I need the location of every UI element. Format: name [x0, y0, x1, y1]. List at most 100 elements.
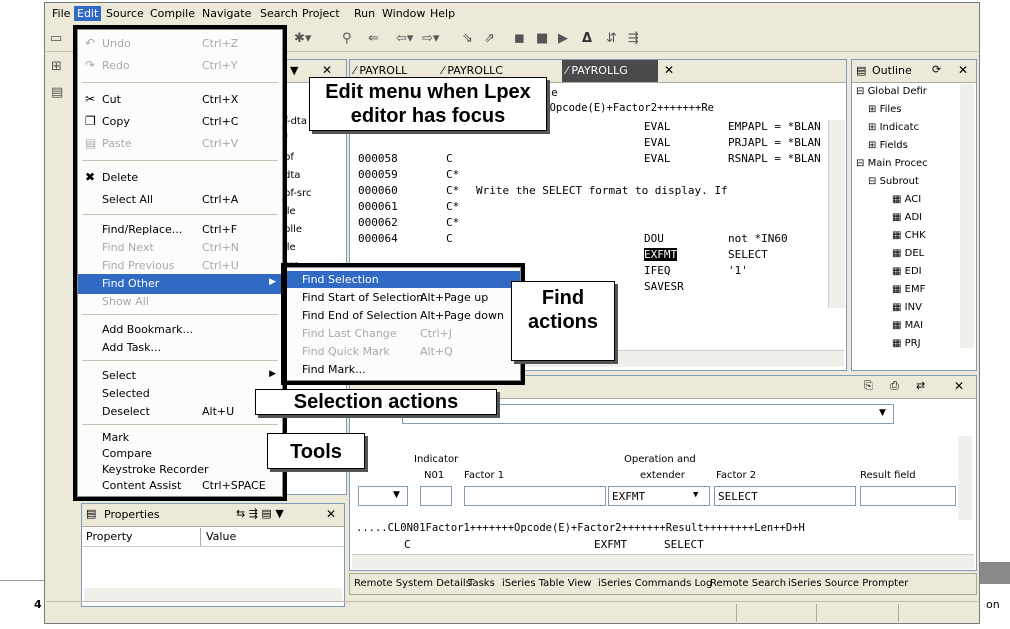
outline-item[interactable]: ⊟ Subrout: [868, 176, 919, 187]
prompter-vscrollbar[interactable]: [958, 436, 972, 520]
result-field-input[interactable]: [860, 486, 956, 506]
outline-item[interactable]: ▦ INV: [892, 302, 922, 313]
sync-icon[interactable]: ⟳: [932, 63, 941, 76]
menu-navigate[interactable]: Navigate: [202, 7, 251, 20]
prompter-action-icon[interactable]: ⎙: [890, 379, 899, 393]
extender-label: extender: [640, 470, 685, 481]
menu-source[interactable]: Source: [106, 7, 144, 20]
menu-search[interactable]: Search: [260, 7, 298, 20]
outline-item[interactable]: ▦ EDI: [892, 266, 922, 277]
n01-label: N01: [424, 470, 445, 481]
terminate-icon[interactable]: ■: [536, 31, 548, 46]
outline-item[interactable]: ⊟ Global Defir: [856, 86, 927, 97]
menu-run[interactable]: Run: [354, 7, 375, 20]
menu-file[interactable]: File: [52, 7, 70, 20]
properties-panel: ▤ Properties ⇆ ⇶ ▤ ▼ ✕ Property Value: [81, 503, 345, 607]
tab-iseries-commands-log[interactable]: iSeries Commands Log: [598, 578, 712, 589]
prev-annotation-icon[interactable]: ⇘: [462, 31, 473, 46]
factor2-input[interactable]: SELECT: [714, 486, 856, 506]
play-icon[interactable]: ▶: [558, 31, 568, 46]
properties-icon: ▤: [86, 507, 97, 520]
menu-window[interactable]: Window: [382, 7, 425, 20]
result-field-label: Result field: [860, 470, 916, 481]
tree-item[interactable]: f-dta: [284, 116, 307, 127]
properties-tab[interactable]: Properties: [104, 508, 160, 521]
forward-icon[interactable]: ⇨▾: [422, 31, 439, 46]
page-right-text: on: [986, 598, 1000, 611]
control-level-select[interactable]: ▼: [358, 486, 408, 506]
close-icon[interactable]: ✕: [954, 379, 964, 393]
factor2-label: Factor 2: [716, 470, 757, 481]
outline-item[interactable]: ▦ ADI: [892, 212, 922, 223]
properties-hscrollbar[interactable]: [84, 588, 342, 602]
delta-icon[interactable]: Δ: [582, 31, 592, 46]
outline-item[interactable]: ▦ EMF: [892, 284, 925, 295]
code-line: 000062 C*: [358, 216, 460, 229]
tab-tasks[interactable]: Tasks: [468, 578, 495, 589]
menu-edit[interactable]: Edit: [74, 6, 102, 21]
next-annotation-icon[interactable]: ⇗: [484, 31, 495, 46]
properties-toolbar-icon[interactable]: ⇆ ⇶ ▤ ▼: [236, 507, 284, 520]
outline-item[interactable]: ▦ DEL: [892, 248, 924, 259]
merge-icon[interactable]: ⇶: [628, 31, 639, 46]
new-icon[interactable]: ▭: [50, 31, 62, 46]
code-line: 000060 C* Write the SELECT format to displ…: [358, 184, 728, 197]
perspective-icon[interactable]: ⊞: [51, 59, 62, 74]
editor-vscrollbar[interactable]: [828, 120, 845, 308]
menu-compile[interactable]: Compile: [150, 7, 195, 20]
prompter-action-icon[interactable]: ⎘: [864, 379, 873, 393]
code-line: 000061 C*: [358, 200, 460, 213]
view-menu-icon[interactable]: ▼: [290, 64, 298, 77]
outline-vscrollbar[interactable]: [960, 84, 974, 348]
prompter-action-icon[interactable]: ⇄: [916, 379, 925, 392]
menu-project[interactable]: Project: [302, 7, 340, 20]
status-bar: [46, 601, 978, 624]
close-icon[interactable]: ✕: [322, 63, 332, 77]
outline-item[interactable]: ▦ PRJ: [892, 338, 921, 349]
editor-header-b: +++++Opcode(E)+Factor2+++++++Re: [518, 102, 714, 114]
tab-payrollg[interactable]: ⁄ PAYROLLG: [562, 60, 658, 82]
tab-payrollc[interactable]: ⁄ PAYROLLC: [442, 64, 503, 77]
indicator-label: Indicator: [414, 454, 459, 465]
tab-iseries-source-prompter[interactable]: iSeries Source Prompter: [788, 578, 908, 589]
edit-menu-highlight-box: [73, 25, 287, 501]
outline-item[interactable]: ⊞ Indicatc: [868, 122, 919, 133]
navigate-back-icon[interactable]: ⇐: [368, 31, 379, 46]
pin-icon[interactable]: ⚲: [342, 31, 352, 46]
ide-window: File Edit Source Compile Navigate Search…: [44, 2, 980, 624]
back-icon[interactable]: ⇦▾: [396, 31, 413, 46]
outline-panel: ▤ Outline ⟳ ✕ ⊟ Global Defir ⊞ Files ⊞ I…: [851, 59, 977, 371]
prompter-hscrollbar[interactable]: [352, 554, 974, 569]
code-line: EXFMT SELECT: [644, 248, 768, 261]
outline-tab[interactable]: Outline: [872, 64, 912, 77]
close-icon[interactable]: ✕: [326, 507, 336, 521]
code-line: EVAL PRJAPL = *BLAN: [644, 136, 821, 149]
debug-dropdown-icon[interactable]: ✱▾: [294, 31, 311, 46]
outline-item[interactable]: ▦ ACI: [892, 194, 921, 205]
stop-icon[interactable]: ◼: [514, 31, 525, 46]
tree-item[interactable]: pf-src: [284, 188, 312, 199]
tab-payroll[interactable]: ⁄ PAYROLL: [354, 64, 407, 77]
indicator-input[interactable]: [420, 486, 452, 506]
close-tab-icon[interactable]: ✕: [664, 63, 674, 77]
remote-systems-icon[interactable]: ▤: [51, 85, 63, 100]
compare-icon[interactable]: ⇵: [606, 31, 617, 46]
prompter-ruler: .....CL0N01Factor1+++++++Opcode(E)+Facto…: [356, 522, 805, 534]
tab-iseries-table-view[interactable]: iSeries Table View: [502, 578, 591, 589]
code-line: 000058 C EVAL RSNAPL = *BLAN: [358, 152, 821, 165]
value-column: Value: [206, 530, 237, 543]
callout-edit-menu: Edit menu when Lpex editor has focus: [309, 77, 547, 131]
code-line: 000064 C DOU not *IN60: [358, 232, 788, 245]
tab-remote-system-details[interactable]: Remote System Details: [354, 578, 471, 589]
outline-item[interactable]: ⊟ Main Procec: [856, 158, 928, 169]
outline-item[interactable]: ▦ CHK: [892, 230, 926, 241]
close-icon[interactable]: ✕: [958, 63, 968, 77]
outline-item[interactable]: ⊞ Fields: [868, 140, 908, 151]
outline-icon: ▤: [856, 64, 867, 77]
outline-item[interactable]: ⊞ Files: [868, 104, 902, 115]
operation-select[interactable]: EXFMT ▼: [608, 486, 710, 506]
outline-item[interactable]: ▦ MAI: [892, 320, 923, 331]
menu-help[interactable]: Help: [430, 7, 455, 20]
factor1-input[interactable]: [464, 486, 606, 506]
tab-remote-search[interactable]: Remote Search: [710, 578, 786, 589]
